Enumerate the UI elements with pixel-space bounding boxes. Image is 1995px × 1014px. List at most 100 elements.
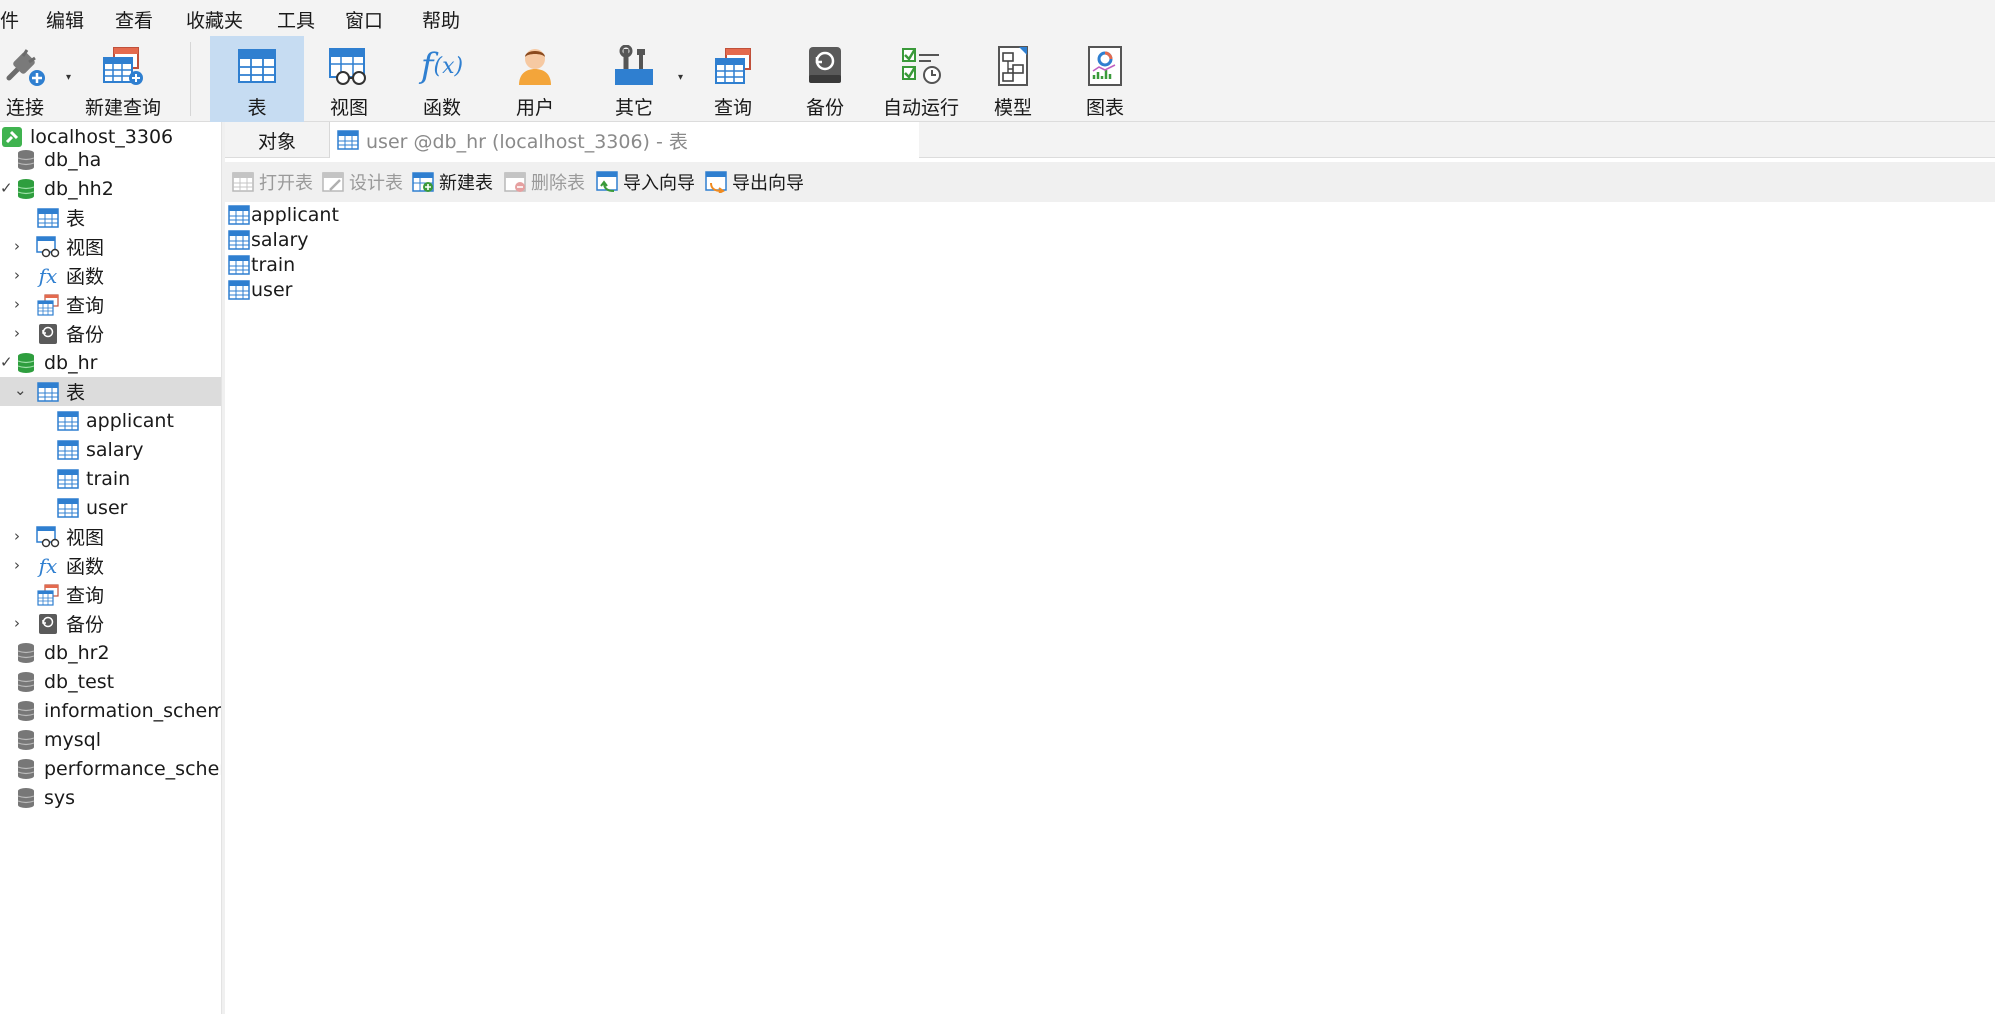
new-query-icon — [99, 42, 147, 90]
view-glasses-icon — [36, 235, 60, 259]
tree-hr-backups[interactable]: › 备份 — [0, 609, 221, 638]
connect-button[interactable]: 连接 — [0, 36, 50, 122]
chevron-right-icon[interactable]: › — [14, 237, 20, 255]
backup-icon — [801, 42, 849, 90]
table-icon — [233, 42, 281, 90]
import-icon — [595, 170, 619, 194]
new-query-button[interactable]: 新建查询 — [84, 36, 162, 122]
menu-bar: 件 编辑 查看 收藏夹 工具 窗口 帮助 — [0, 0, 1995, 36]
model-button[interactable]: 模型 — [976, 36, 1050, 122]
tree-table-item[interactable]: train — [0, 464, 221, 493]
tables-button[interactable]: 表 — [210, 36, 304, 122]
tree-hh2-functions[interactable]: › fx 函数 — [0, 261, 221, 290]
tab-objects[interactable]: 对象 — [225, 122, 329, 158]
object-list: applicant salary train user — [225, 202, 1995, 1014]
export-icon — [704, 170, 728, 194]
function-fx-icon: fx — [38, 263, 58, 288]
query-button[interactable]: 查询 — [696, 36, 770, 122]
tree-db-hr[interactable]: ✓ db_hr — [0, 348, 221, 377]
open-table-button[interactable]: 打开表 — [231, 166, 313, 198]
design-table-button[interactable]: 设计表 — [321, 166, 403, 198]
list-item[interactable]: user — [227, 277, 292, 302]
menu-view[interactable]: 查看 — [115, 6, 153, 33]
tree-hh2-views[interactable]: › 视图 — [0, 232, 221, 261]
query-icon — [36, 583, 60, 607]
chevron-right-icon[interactable]: › — [14, 527, 20, 545]
tree-table-item[interactable]: salary — [0, 435, 221, 464]
tree-db-item[interactable]: db_hr2 — [0, 638, 221, 667]
table-icon — [36, 380, 60, 404]
expanded-check-icon: ✓ — [0, 353, 13, 371]
table-icon — [336, 128, 360, 152]
views-button[interactable]: 视图 — [312, 36, 386, 122]
backup-icon — [36, 322, 60, 346]
menu-edit[interactable]: 编辑 — [46, 6, 84, 33]
database-icon — [14, 786, 38, 810]
tree-db-item[interactable]: performance_schema — [0, 754, 221, 783]
tab-user-table[interactable]: user @db_hr (localhost_3306) - 表 — [329, 122, 919, 158]
menu-favorites[interactable]: 收藏夹 — [186, 6, 243, 33]
list-item[interactable]: train — [227, 252, 295, 277]
list-item[interactable]: salary — [227, 227, 309, 252]
query-icon — [36, 293, 60, 317]
design-table-icon — [321, 170, 345, 194]
navicat-window: 件 编辑 查看 收藏夹 工具 窗口 帮助 连接 ▾ 新建查询 表 视图 f (x… — [0, 0, 1995, 1014]
tree-db-item[interactable]: mysql — [0, 725, 221, 754]
function-fx-icon: f (x) — [420, 46, 464, 86]
tree-table-item[interactable]: applicant — [0, 406, 221, 435]
tree-hh2-tables[interactable]: 表 — [0, 203, 221, 232]
table-icon — [56, 438, 80, 462]
table-icon — [227, 253, 251, 277]
backup-icon — [36, 612, 60, 636]
tree-hr-queries[interactable]: 查询 — [0, 580, 221, 609]
table-icon — [227, 203, 251, 227]
database-open-icon — [14, 351, 38, 375]
tree-hr-views[interactable]: › 视图 — [0, 522, 221, 551]
tree-db-hh2[interactable]: ✓ db_hh2 — [0, 174, 221, 203]
tree-hr-functions[interactable]: › fx 函数 — [0, 551, 221, 580]
chevron-down-icon[interactable]: ⌄ — [14, 381, 27, 399]
delete-table-icon — [503, 170, 527, 194]
tree-hh2-backups[interactable]: › 备份 — [0, 319, 221, 348]
plug-connect-icon — [1, 42, 49, 90]
tree-db-item[interactable]: information_schema — [0, 696, 221, 725]
chevron-right-icon[interactable]: › — [14, 266, 20, 284]
chevron-right-icon[interactable]: › — [14, 556, 20, 574]
menu-window[interactable]: 窗口 — [345, 6, 383, 33]
model-icon — [989, 42, 1037, 90]
users-button[interactable]: 用户 — [498, 36, 572, 122]
chevron-right-icon[interactable]: › — [14, 324, 20, 342]
main-toolbar: 连接 ▾ 新建查询 表 视图 f (x) 函数 用户 其它 ▾ 查询 备份 自动… — [0, 36, 1995, 122]
chevron-right-icon[interactable]: › — [14, 295, 20, 313]
database-icon — [14, 757, 38, 781]
backup-button[interactable]: 备份 — [788, 36, 862, 122]
chart-button[interactable]: 图表 — [1068, 36, 1142, 122]
table-icon — [36, 206, 60, 230]
navigation-tree: localhost_3306 db_ha ✓ db_hh2 表 › 视图 › f… — [0, 122, 222, 1014]
database-icon — [14, 148, 38, 172]
tree-table-item[interactable]: user — [0, 493, 221, 522]
menu-file[interactable]: 件 — [0, 6, 19, 33]
import-wizard-button[interactable]: 导入向导 — [595, 166, 695, 198]
delete-table-button[interactable]: 删除表 — [503, 166, 585, 198]
tree-db-ha[interactable]: db_ha — [0, 145, 221, 174]
tree-hr-tables[interactable]: ⌄ 表 — [0, 377, 221, 406]
tree-hh2-queries[interactable]: › 查询 — [0, 290, 221, 319]
expanded-check-icon: ✓ — [0, 179, 13, 197]
functions-button[interactable]: f (x) 函数 — [405, 36, 479, 122]
connect-dropdown-arrow-icon[interactable]: ▾ — [66, 72, 71, 83]
menu-tools[interactable]: 工具 — [277, 6, 315, 33]
view-glasses-icon — [36, 525, 60, 549]
export-wizard-button[interactable]: 导出向导 — [704, 166, 804, 198]
auto-run-button[interactable]: 自动运行 — [876, 36, 966, 122]
tree-db-item[interactable]: sys — [0, 783, 221, 812]
others-dropdown-arrow-icon[interactable]: ▾ — [678, 72, 683, 83]
new-table-button[interactable]: 新建表 — [411, 166, 493, 198]
menu-help[interactable]: 帮助 — [422, 6, 460, 33]
database-icon — [14, 641, 38, 665]
database-open-icon — [14, 177, 38, 201]
list-item[interactable]: applicant — [227, 202, 339, 227]
chevron-right-icon[interactable]: › — [14, 614, 20, 632]
others-button[interactable]: 其它 — [597, 36, 671, 122]
tree-db-item[interactable]: db_test — [0, 667, 221, 696]
